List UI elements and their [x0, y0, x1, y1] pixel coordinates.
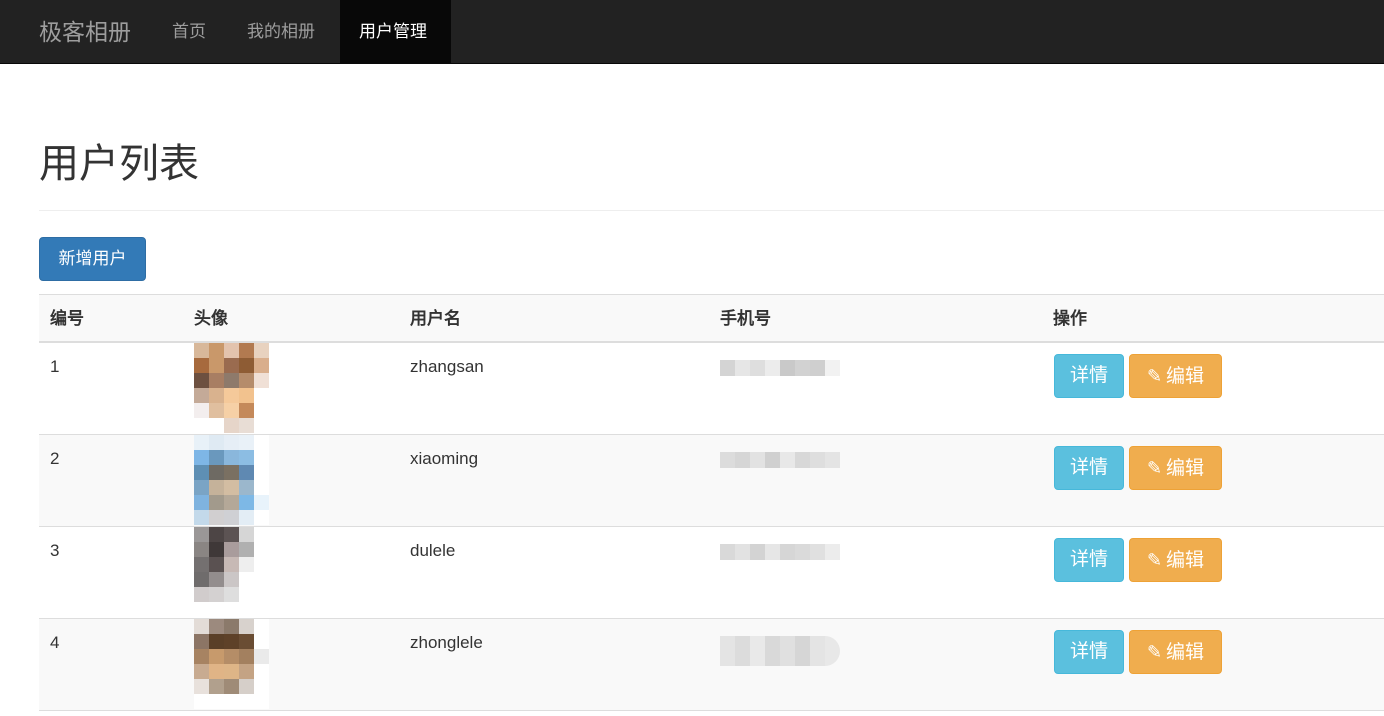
nav-item-user-management[interactable]: 用户管理	[340, 0, 451, 64]
edit-button[interactable]: ✎ 编辑	[1129, 446, 1222, 490]
detail-button[interactable]: 详情	[1054, 354, 1124, 398]
header-avatar: 头像	[194, 309, 228, 328]
user-id: 2	[50, 449, 60, 468]
user-id: 4	[50, 633, 60, 652]
username: zhangsan	[410, 357, 484, 376]
phone-number-redacted	[720, 544, 840, 560]
edit-button[interactable]: ✎ 编辑	[1129, 630, 1222, 674]
phone-number-redacted	[720, 452, 840, 468]
phone-number-redacted	[720, 636, 840, 666]
detail-button[interactable]: 详情	[1054, 446, 1124, 490]
user-table: 编号 头像 用户名 手机号 操作 1 zhangsan 详情 ✎ 编辑 2 xi…	[39, 294, 1384, 711]
table-row: 3 dulele 详情 ✎ 编辑	[39, 527, 1384, 619]
edit-label: 编辑	[1166, 366, 1205, 387]
phone-number-redacted	[720, 360, 840, 376]
header-id: 编号	[50, 309, 84, 328]
header-divider	[39, 210, 1384, 211]
table-header: 编号 头像 用户名 手机号 操作	[39, 294, 1384, 343]
table-row: 1 zhangsan 详情 ✎ 编辑	[39, 343, 1384, 435]
username: xiaoming	[410, 449, 479, 468]
username: dulele	[410, 541, 456, 560]
user-id: 3	[50, 541, 60, 560]
username: zhonglele	[410, 633, 483, 652]
header-username: 用户名	[410, 309, 461, 328]
header-phone: 手机号	[720, 309, 771, 328]
nav-item-home[interactable]: 首页	[153, 0, 225, 64]
header-actions: 操作	[1053, 309, 1087, 328]
brand-logo[interactable]: 极客相册	[39, 0, 131, 64]
user-id: 1	[50, 357, 60, 376]
page-title: 用户列表	[39, 142, 199, 186]
table-row: 4 zhonglele 详情 ✎ 编辑	[39, 619, 1384, 711]
top-navbar: 极客相册 首页 我的相册 用户管理	[0, 0, 1384, 64]
add-user-button[interactable]: 新增用户	[39, 237, 146, 281]
pencil-icon: ✎	[1146, 366, 1163, 386]
pencil-icon: ✎	[1146, 458, 1163, 478]
avatar	[194, 343, 270, 435]
avatar	[194, 435, 270, 527]
detail-button[interactable]: 详情	[1054, 630, 1124, 674]
nav-item-my-albums[interactable]: 我的相册	[228, 0, 334, 64]
avatar	[194, 527, 270, 619]
edit-label: 编辑	[1166, 642, 1205, 663]
pencil-icon: ✎	[1146, 550, 1163, 570]
edit-button[interactable]: ✎ 编辑	[1129, 354, 1222, 398]
edit-button[interactable]: ✎ 编辑	[1129, 538, 1222, 582]
detail-button[interactable]: 详情	[1054, 538, 1124, 582]
edit-label: 编辑	[1166, 550, 1205, 571]
edit-label: 编辑	[1166, 458, 1205, 479]
table-row: 2 xiaoming 详情 ✎ 编辑	[39, 435, 1384, 527]
pencil-icon: ✎	[1146, 642, 1163, 662]
avatar	[194, 619, 270, 711]
